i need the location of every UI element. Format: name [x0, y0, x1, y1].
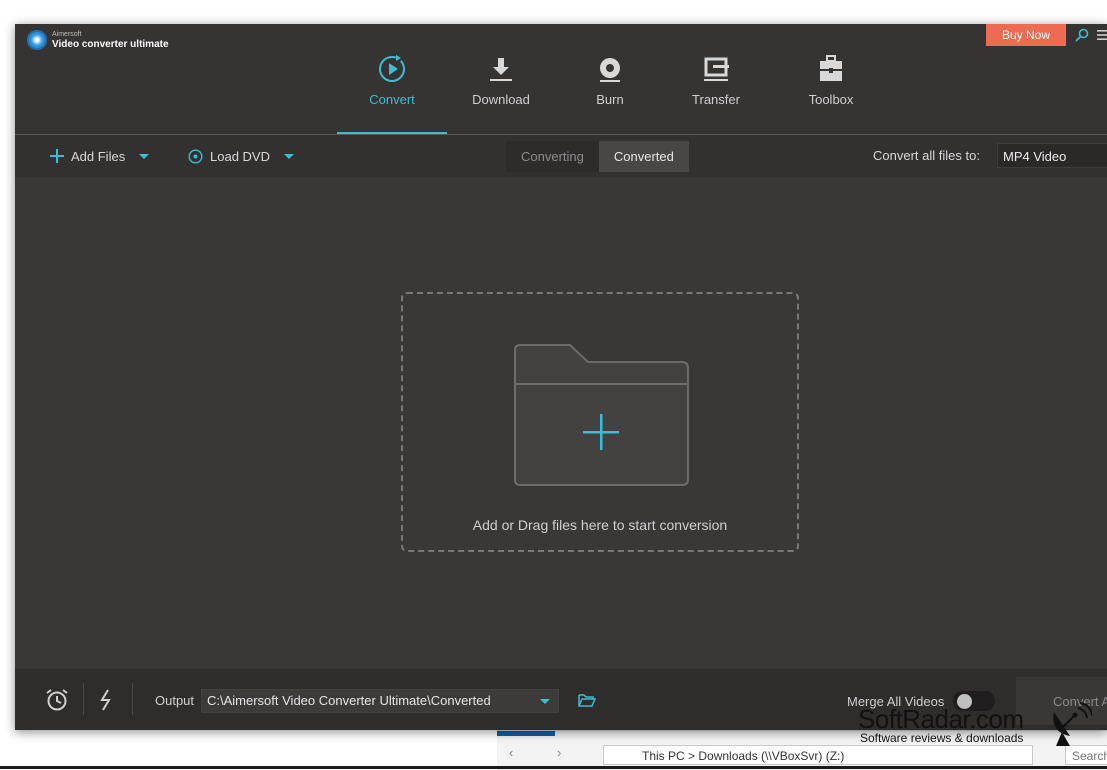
footer-divider: [132, 683, 133, 715]
plus-icon: [50, 149, 64, 163]
main-area: Add or Drag files here to start conversi…: [15, 177, 1107, 669]
dvd-icon: [188, 148, 203, 164]
nav-download[interactable]: Download: [446, 54, 556, 134]
convert-icon: [379, 55, 405, 82]
nav-burn-label: Burn: [596, 92, 624, 107]
nav-transfer[interactable]: Transfer: [661, 54, 771, 134]
lightning-icon: [100, 688, 111, 711]
tab-converting[interactable]: Converting: [506, 141, 599, 172]
high-speed-button[interactable]: [99, 669, 113, 730]
app-window: Aimersoft Video converter ultimate Buy N…: [15, 24, 1107, 730]
output-label: Output: [155, 693, 195, 708]
satellite-dish-icon: [1053, 702, 1092, 746]
app-header: Aimersoft Video converter ultimate Buy N…: [15, 24, 1107, 135]
add-files-label: Add Files: [71, 148, 126, 164]
convert-all-label: Convert all files to:: [873, 148, 980, 163]
footer-divider: [83, 683, 84, 715]
transfer-icon: [704, 57, 729, 81]
open-folder-button[interactable]: [578, 669, 596, 730]
download-icon: [490, 58, 512, 81]
add-files-button[interactable]: Add Files: [50, 135, 150, 177]
toolbox-icon: [820, 55, 842, 81]
nav-toolbox-label: Toolbox: [808, 92, 854, 107]
softradar-watermark: SoftRadar.com Software reviews & downloa…: [858, 702, 1098, 752]
folder-open-icon: [578, 693, 596, 707]
nav-toolbox[interactable]: Toolbox: [776, 54, 886, 134]
nav-burn[interactable]: Burn: [555, 54, 665, 134]
nav-download-label: Download: [472, 92, 530, 107]
tab-converted[interactable]: Converted: [598, 141, 689, 172]
explorer-ribbon-accent: [497, 731, 555, 736]
chevron-down-icon[interactable]: [283, 153, 294, 159]
alarm-clock-icon: [46, 688, 68, 710]
add-folder-icon[interactable]: [514, 344, 690, 486]
nav-convert-label: Convert: [369, 92, 415, 107]
drop-instructions: Add or Drag files here to start conversi…: [472, 517, 728, 533]
output-path-select[interactable]: C:\Aimersoft Video Converter Ultimate\Co…: [201, 689, 559, 713]
load-dvd-label: Load DVD: [210, 148, 270, 164]
chevron-down-icon[interactable]: [139, 153, 150, 159]
drop-zone[interactable]: Add or Drag files here to start conversi…: [401, 292, 799, 552]
nav-transfer-label: Transfer: [692, 92, 740, 107]
output-format-select[interactable]: MP4 Video: [997, 143, 1107, 168]
chevron-down-icon[interactable]: [540, 699, 550, 704]
toolbar: Add Files Load DVD Converting Converted …: [15, 135, 1107, 177]
schedule-button[interactable]: [45, 669, 69, 730]
load-dvd-button[interactable]: Load DVD: [188, 135, 294, 177]
output-path-value: C:\Aimersoft Video Converter Ultimate\Co…: [207, 693, 491, 708]
nav-convert[interactable]: Convert: [337, 54, 447, 134]
status-tabs: Converting Converted: [506, 141, 689, 172]
disc-icon: [600, 58, 620, 82]
main-nav: Convert Download Burn Transfer Toolbox: [15, 24, 1107, 135]
watermark-subtitle: Software reviews & downloads: [860, 731, 1024, 745]
